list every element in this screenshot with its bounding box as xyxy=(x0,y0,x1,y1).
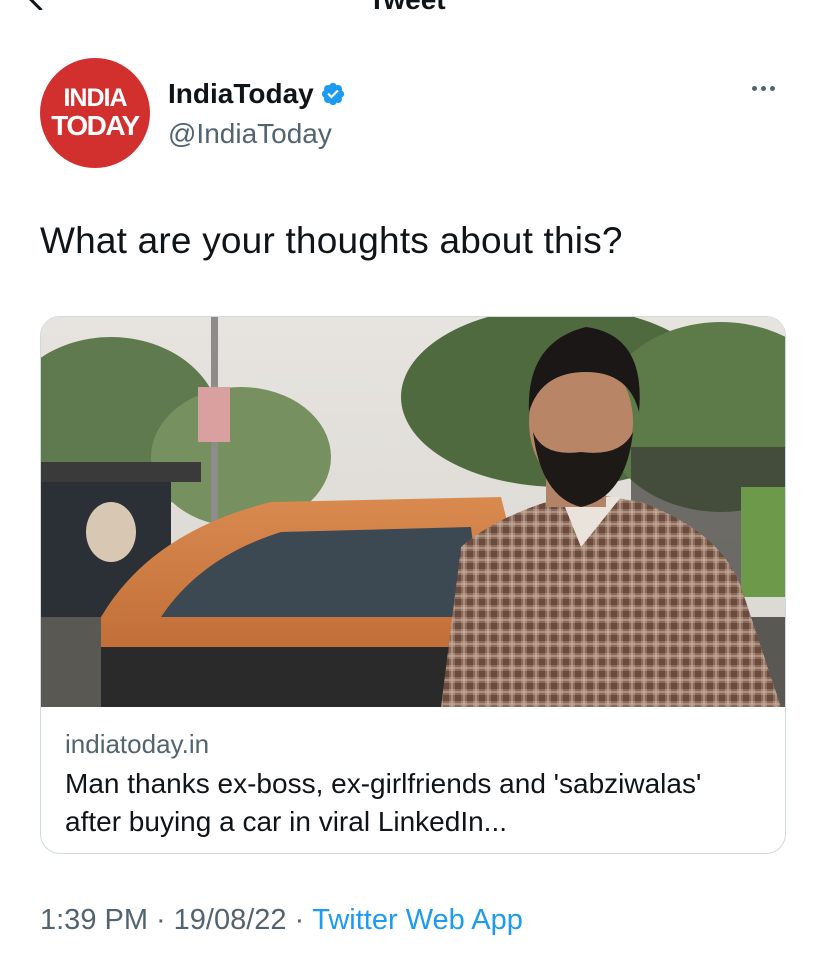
card-headline[interactable]: Man thanks ex-boss, ex-girlfriends and '… xyxy=(65,765,765,841)
avatar-logo-line2: TODAY xyxy=(51,110,140,141)
top-header: Tweet xyxy=(0,0,814,10)
avatar-logo-line1: INDIA xyxy=(63,84,127,112)
more-options-icon[interactable] xyxy=(752,86,775,91)
separator-dot: · xyxy=(156,904,166,936)
separator-dot: · xyxy=(294,904,305,936)
author-handle[interactable]: @IndiaToday xyxy=(168,118,332,150)
card-image[interactable] xyxy=(41,317,786,707)
tweet-date[interactable]: 19/08/22 xyxy=(174,904,287,936)
tweet-text: What are your thoughts about this? xyxy=(40,220,623,261)
verified-badge-icon xyxy=(321,82,344,106)
author-name-row[interactable]: IndiaToday xyxy=(168,78,346,110)
avatar[interactable]: INDIA TODAY xyxy=(40,58,150,168)
tweet-time[interactable]: 1:39 PM xyxy=(40,904,148,936)
card-meta: indiatoday.in Man thanks ex-boss, ex-gir… xyxy=(65,727,765,841)
link-card[interactable]: indiatoday.in Man thanks ex-boss, ex-gir… xyxy=(40,316,786,854)
timestamp-row: 1:39 PM · 19/08/22 · Twitter Web App xyxy=(40,904,523,937)
header-title: Tweet xyxy=(0,0,814,10)
card-domain: indiatoday.in xyxy=(65,729,210,759)
display-name[interactable]: IndiaToday xyxy=(168,78,314,110)
source-app-link[interactable]: Twitter Web App xyxy=(312,904,523,936)
